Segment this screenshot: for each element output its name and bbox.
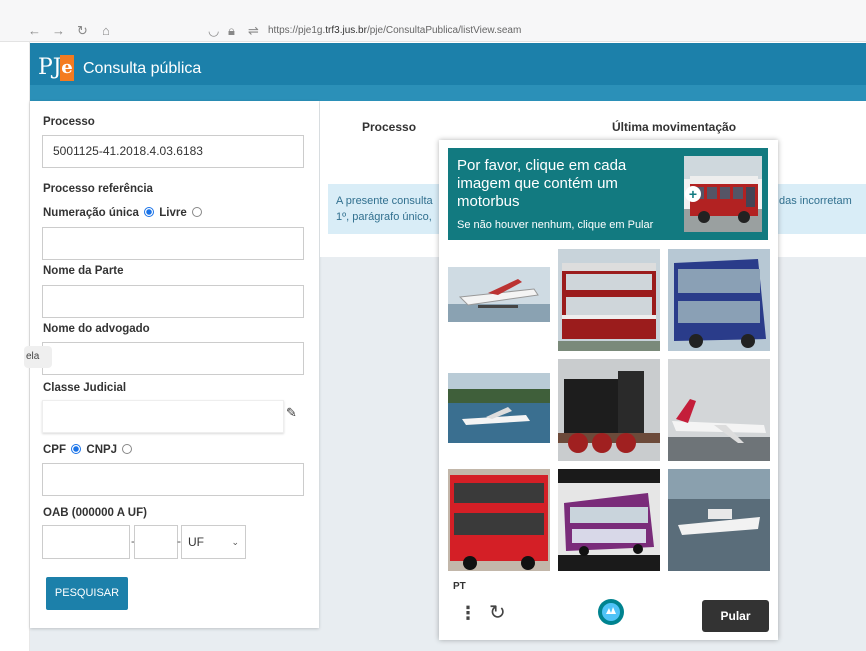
uf-select-value: UF <box>188 535 204 549</box>
numeracao-unica-label: Numeração única <box>43 207 139 219</box>
reload-icon[interactable]: ↻ <box>77 24 88 38</box>
processo-input[interactable]: 5001125-41.2018.4.03.6183 <box>42 135 304 168</box>
side-tab[interactable]: ela <box>24 346 52 368</box>
column-ultima-movimentacao[interactable]: Última movimentação <box>612 120 736 134</box>
address-bar[interactable]: ◡ 🔒︎ ⇌ https://pje1g.trf3.jus.br/pje/Con… <box>200 22 820 40</box>
lock-icon[interactable]: 🔒︎ <box>228 24 235 38</box>
captcha-tile-1[interactable] <box>448 249 550 351</box>
oab-letter-input[interactable] <box>134 525 178 559</box>
header-band <box>30 85 866 101</box>
forward-arrow-icon[interactable]: → <box>52 24 65 38</box>
column-processo[interactable]: Processo <box>362 120 416 134</box>
oab-number-input[interactable] <box>42 525 130 559</box>
captcha-tile-3[interactable] <box>668 249 770 351</box>
numeracao-unica-radio[interactable] <box>144 207 155 217</box>
page-title: Consulta pública <box>83 60 202 77</box>
info-text-line1: A presente consulta <box>336 195 433 207</box>
refresh-icon[interactable]: ↻ <box>489 602 506 624</box>
back-arrow-icon[interactable]: ← <box>28 24 41 38</box>
captcha-tile-5[interactable] <box>558 359 660 461</box>
nome-advogado-label: Nome do advogado <box>43 323 150 335</box>
captcha-tile-9[interactable] <box>668 469 770 571</box>
search-panel: Processo 5001125-41.2018.4.03.6183 Proce… <box>30 101 319 628</box>
app-header: PJ e Consulta pública <box>30 43 866 101</box>
captcha-tile-2[interactable] <box>558 249 660 351</box>
classe-judicial-input[interactable] <box>42 400 284 433</box>
nome-parte-input[interactable] <box>42 285 304 318</box>
side-tab-label: ela <box>26 351 40 362</box>
eraser-icon[interactable]: ✎ <box>286 405 297 421</box>
cnpj-radio[interactable] <box>122 444 133 454</box>
pesquisar-button[interactable]: PESQUISAR <box>46 577 128 610</box>
captcha-tile-7[interactable] <box>448 469 550 571</box>
home-icon[interactable]: ⌂ <box>102 24 110 38</box>
processo-referencia-label: Processo referência <box>43 183 153 195</box>
plus-icon[interactable]: + <box>685 186 701 202</box>
uf-select[interactable]: UF ⌄ <box>181 525 246 559</box>
info-text-right: das incorretam <box>779 195 852 207</box>
browser-toolbar: ← → ↻ ⌂ ◡ 🔒︎ ⇌ https://pje1g.trf3.jus.br… <box>0 0 866 42</box>
captcha-header: Por favor, clique em cada imagem que con… <box>448 148 768 240</box>
captcha-tile-6[interactable] <box>668 359 770 461</box>
pje-logo-text[interactable]: PJ <box>38 55 62 81</box>
shield-icon[interactable]: ◡ <box>208 24 219 38</box>
pje-logo-e[interactable]: e <box>60 55 74 81</box>
livre-label: Livre <box>159 207 187 219</box>
numeracao-row: Numeração única Livre <box>43 207 204 219</box>
cpf-label: CPF <box>43 444 66 456</box>
livre-radio[interactable] <box>191 207 202 217</box>
hcaptcha-logo-icon[interactable] <box>597 598 625 631</box>
cpf-radio[interactable] <box>71 444 82 454</box>
classe-judicial-label: Classe Judicial <box>43 382 127 394</box>
info-text-line2: 1º, parágrafo único, <box>336 211 432 223</box>
captcha-tile-8[interactable] <box>558 469 660 571</box>
captcha-subtitle: Se não houver nenhum, clique em Pular <box>457 219 654 231</box>
language-selector[interactable]: PT <box>453 581 466 592</box>
nome-advogado-input[interactable] <box>42 342 304 375</box>
captcha-tile-4[interactable] <box>448 359 550 461</box>
cpf-cnpj-row: CPF CNPJ <box>43 444 134 456</box>
nome-parte-label: Nome da Parte <box>43 265 124 277</box>
processo-label: Processo <box>43 116 95 128</box>
skip-button[interactable]: Pular <box>702 600 769 632</box>
oab-label: OAB (000000 A UF) <box>43 507 147 519</box>
permissions-icon[interactable]: ⇌ <box>248 24 259 38</box>
referencia-input[interactable] <box>42 227 304 260</box>
chevron-down-icon: ⌄ <box>231 537 239 547</box>
captcha-challenge: Por favor, clique em cada imagem que con… <box>439 140 778 640</box>
url-text[interactable]: https://pje1g.trf3.jus.br/pje/ConsultaPu… <box>268 25 521 36</box>
cpf-cnpj-input[interactable] <box>42 463 304 496</box>
menu-dots-icon[interactable]: ⋮ <box>459 602 477 624</box>
cnpj-label: CNPJ <box>86 444 118 456</box>
captcha-prompt: Por favor, clique em cada imagem que con… <box>457 157 627 210</box>
